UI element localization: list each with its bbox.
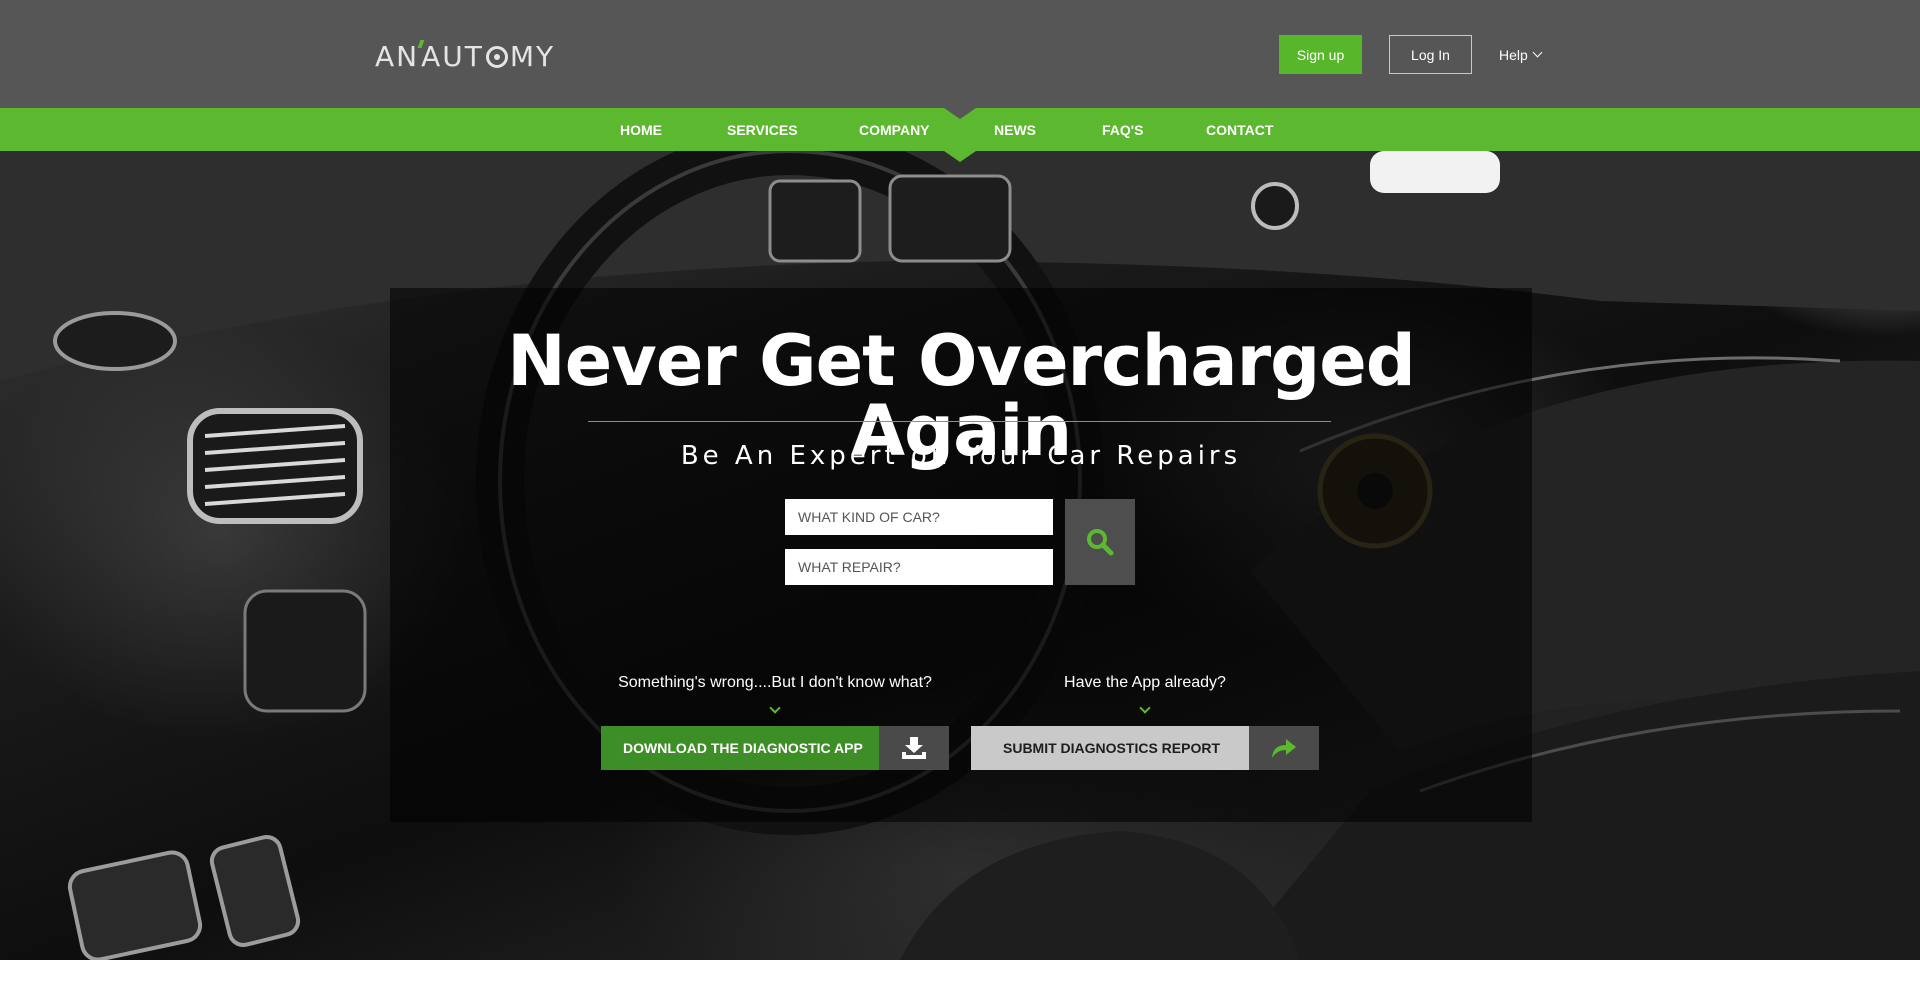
help-label: Help (1499, 46, 1528, 63)
download-app-button[interactable]: DOWNLOAD THE DIAGNOSTIC APP (601, 726, 949, 770)
logo-text-aut: AUT (421, 39, 484, 73)
login-button[interactable]: Log In (1389, 35, 1472, 74)
app-owner-prompt: Have the App already? (1064, 674, 1226, 691)
search-icon (1087, 529, 1114, 556)
site-logo[interactable]: AN AUT MY (375, 39, 556, 73)
nav-list: HOME SERVICES COMPANY NEWS FAQ'S CONTACT (0, 108, 1920, 151)
download-icon-box (879, 726, 949, 770)
site-header: AN AUT MY Sign up Log In Help (0, 0, 1920, 108)
help-menu[interactable]: Help (1499, 35, 1543, 74)
nav-active-notch-bottom (944, 151, 976, 162)
share-icon-box (1249, 726, 1319, 770)
nav-item-faqs[interactable]: FAQ'S (1102, 108, 1143, 151)
logo-text-my: MY (509, 39, 556, 73)
steering-wheel-icon (485, 46, 508, 68)
signup-button[interactable]: Sign up (1279, 35, 1362, 74)
repair-type-input[interactable] (785, 549, 1053, 585)
nav-item-contact[interactable]: CONTACT (1206, 108, 1273, 151)
chevron-down-icon (1532, 47, 1543, 58)
nav-item-company[interactable]: COMPANY (859, 108, 930, 151)
nav-item-news[interactable]: NEWS (994, 108, 1036, 151)
car-type-input[interactable] (785, 499, 1053, 535)
diagnostic-prompt: Something's wrong....But I don't know wh… (618, 674, 932, 691)
main-nav: HOME SERVICES COMPANY NEWS FAQ'S CONTACT (0, 108, 1920, 162)
download-app-label: DOWNLOAD THE DIAGNOSTIC APP (601, 726, 879, 770)
submit-report-button[interactable]: SUBMIT DIAGNOSTICS REPORT (971, 726, 1319, 770)
download-icon (902, 737, 926, 759)
share-arrow-icon (1272, 739, 1296, 758)
submit-report-label: SUBMIT DIAGNOSTICS REPORT (971, 726, 1249, 770)
search-button[interactable] (1065, 499, 1135, 585)
nav-item-services[interactable]: SERVICES (727, 108, 798, 151)
hero-section: Never Get Overcharged Again Be An Expert… (0, 151, 1920, 960)
nav-item-home[interactable]: HOME (620, 108, 662, 151)
logo-text-an: AN (375, 39, 420, 73)
headline-divider (588, 421, 1331, 422)
hero-subheadline: Be An Expert on Your Car Repairs (680, 441, 1242, 471)
